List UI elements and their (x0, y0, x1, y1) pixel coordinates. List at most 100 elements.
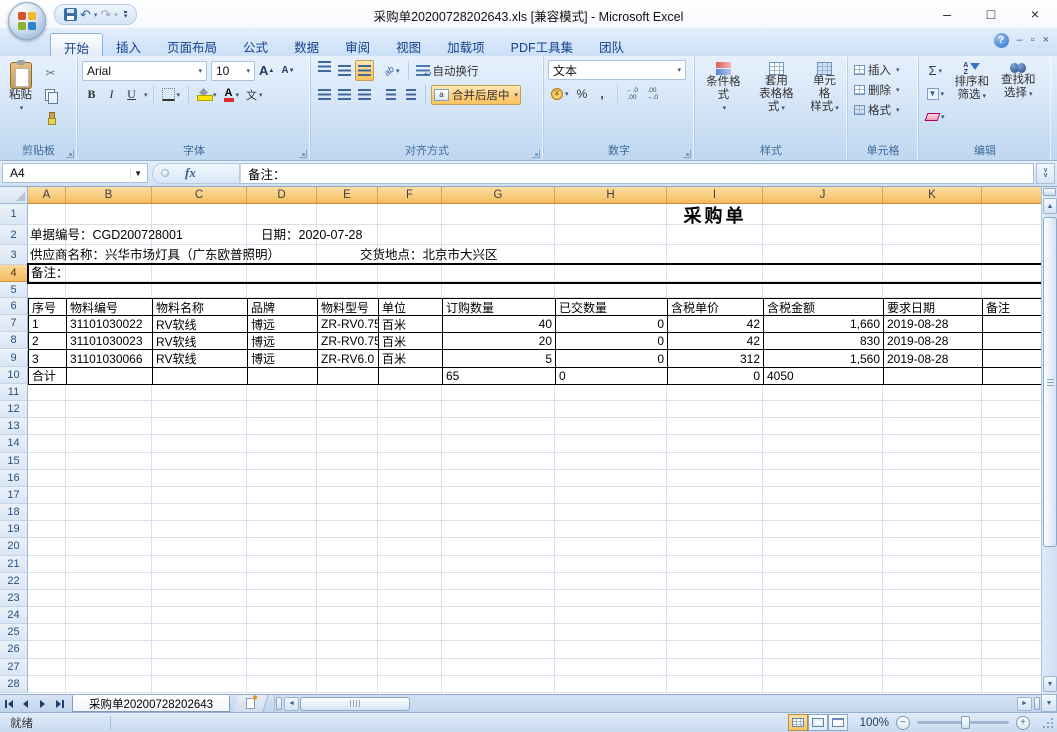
window-maximize-button[interactable]: □ (969, 0, 1013, 28)
tab-审阅[interactable]: 审阅 (332, 33, 383, 56)
grid-cell[interactable] (317, 607, 378, 624)
grid-cell[interactable] (152, 204, 247, 225)
grid-cell[interactable] (66, 624, 152, 641)
grid-cell[interactable] (667, 504, 763, 521)
grid-cell[interactable] (317, 204, 378, 225)
grid-cell[interactable] (378, 487, 442, 504)
row-header-13[interactable]: 13 (0, 418, 28, 435)
table-cell[interactable]: 31101030022 (67, 316, 153, 333)
grid-cell[interactable] (982, 487, 1041, 504)
grid-cell[interactable] (152, 556, 247, 573)
ribbon-restore-icon[interactable]: ▫ (1031, 35, 1035, 46)
grid-cell[interactable] (667, 435, 763, 452)
grid-cell[interactable] (555, 504, 667, 521)
grid-cell[interactable] (442, 641, 555, 658)
row-header-5[interactable]: 5 (0, 282, 28, 298)
grid-cell[interactable] (982, 538, 1041, 555)
row-header-20[interactable]: 20 (0, 538, 28, 555)
column-header-H[interactable]: H (555, 187, 667, 204)
grid-cell[interactable] (667, 556, 763, 573)
formula-input[interactable]: 备注： (240, 163, 1034, 184)
tab-团队[interactable]: 团队 (586, 33, 637, 56)
grid-cell[interactable] (28, 573, 66, 590)
grid-cell[interactable] (982, 659, 1041, 676)
grid-cell[interactable] (152, 384, 247, 401)
table-cell[interactable] (153, 368, 248, 385)
column-header-G[interactable]: G (442, 187, 555, 204)
grid-cell[interactable] (317, 418, 378, 435)
table-cell[interactable]: 0 (668, 368, 764, 385)
table-cell[interactable]: 百米 (379, 316, 443, 333)
align-center-button[interactable] (335, 84, 354, 105)
grid-cell[interactable] (66, 676, 152, 693)
table-cell[interactable]: 2019-08-28 (884, 316, 983, 333)
merge-center-dropdown-icon[interactable]: ▾ (515, 91, 519, 99)
grid-cell[interactable] (317, 641, 378, 658)
grid-cell[interactable] (982, 384, 1041, 401)
grid-cell[interactable] (247, 556, 317, 573)
insert-cells-button[interactable]: 插入▾ (852, 60, 915, 80)
table-cell[interactable]: 1,660 (764, 316, 884, 333)
table-cell[interactable]: 2019-08-28 (884, 333, 983, 350)
grid-cell[interactable] (982, 401, 1041, 418)
grid-cell[interactable] (883, 453, 982, 470)
grid-cell[interactable] (442, 401, 555, 418)
grid-cell[interactable] (667, 521, 763, 538)
grid-cell[interactable] (982, 204, 1041, 225)
grid-cell[interactable] (883, 607, 982, 624)
grid-cell[interactable] (378, 659, 442, 676)
grid-cell[interactable] (667, 384, 763, 401)
grid-cell[interactable] (883, 470, 982, 487)
grid-cell[interactable] (317, 435, 378, 452)
row-header-22[interactable]: 22 (0, 573, 28, 590)
grid-cell[interactable] (763, 556, 883, 573)
grid-cell[interactable] (28, 204, 66, 225)
tab-视图[interactable]: 视图 (383, 33, 434, 56)
find-select-button[interactable]: 查找和 选择▾ (996, 60, 1041, 144)
grid-cell[interactable] (152, 504, 247, 521)
grid-cell[interactable] (442, 225, 555, 245)
grid-cell[interactable] (378, 401, 442, 418)
grid-cell[interactable] (28, 453, 66, 470)
paste-button[interactable]: 粘贴 ▾ (4, 60, 37, 144)
grid-cell[interactable] (28, 590, 66, 607)
grid-cell[interactable] (982, 573, 1041, 590)
grid-cell[interactable] (152, 676, 247, 693)
grid-cell[interactable] (28, 504, 66, 521)
grid-cell[interactable] (152, 435, 247, 452)
font-dialog-launcher-icon[interactable] (299, 150, 307, 158)
grid-cell[interactable] (982, 590, 1041, 607)
table-header-cell[interactable]: 要求日期 (884, 299, 983, 316)
grid-cell[interactable] (982, 676, 1041, 693)
table-cell[interactable]: RV软线 (153, 350, 248, 367)
grid-cell[interactable] (247, 265, 317, 282)
grid-cell[interactable] (442, 487, 555, 504)
table-header-cell[interactable]: 品牌 (248, 299, 318, 316)
table-header-cell[interactable]: 含税单价 (668, 299, 764, 316)
fill-color-button[interactable]: ▾ (194, 84, 220, 105)
horizontal-scroll-thumb[interactable] (300, 697, 410, 711)
grid-cell[interactable] (378, 521, 442, 538)
tab-数据[interactable]: 数据 (281, 33, 332, 56)
grid-cell[interactable] (982, 453, 1041, 470)
grid-cell[interactable] (763, 453, 883, 470)
grid-cell[interactable] (378, 418, 442, 435)
number-dialog-launcher-icon[interactable] (683, 150, 691, 158)
underline-button[interactable]: U (122, 84, 141, 105)
grid-cell[interactable] (883, 487, 982, 504)
clear-button[interactable]: ▾ (923, 106, 948, 127)
grid-cell[interactable] (883, 573, 982, 590)
row-header-2[interactable]: 2 (0, 225, 28, 245)
table-cell[interactable]: 百米 (379, 333, 443, 350)
grid-cell[interactable] (883, 504, 982, 521)
table-cell[interactable]: 65 (443, 368, 556, 385)
align-top-button[interactable] (315, 60, 334, 81)
grid-cell[interactable] (378, 641, 442, 658)
grid-cell[interactable] (442, 504, 555, 521)
first-sheet-button[interactable] (0, 695, 17, 712)
row-header-15[interactable]: 15 (0, 453, 28, 470)
grid-cell[interactable] (28, 607, 66, 624)
grid-cell[interactable] (667, 282, 763, 298)
row-header-16[interactable]: 16 (0, 470, 28, 487)
grid-cell[interactable] (152, 659, 247, 676)
